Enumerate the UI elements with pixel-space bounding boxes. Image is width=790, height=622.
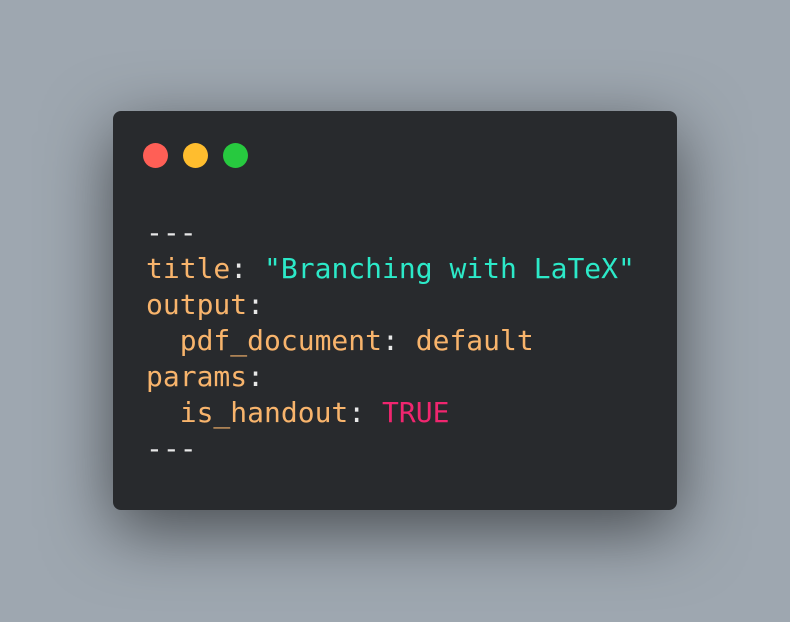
code-window: --- title: "Branching with LaTeX" output: … xyxy=(113,111,677,510)
code-block: --- title: "Branching with LaTeX" output: … xyxy=(146,215,635,467)
maximize-button[interactable] xyxy=(223,143,248,168)
code-line: title: "Branching with LaTeX" xyxy=(146,252,635,285)
code-line: --- xyxy=(146,216,197,249)
code-line: pdf_document: default xyxy=(179,324,534,357)
code-line: params: xyxy=(146,360,265,393)
minimize-button[interactable] xyxy=(183,143,208,168)
code-line: --- xyxy=(146,432,197,465)
close-button[interactable] xyxy=(143,143,168,168)
code-line: output: xyxy=(146,288,265,321)
code-line: is_handout: TRUE xyxy=(179,396,450,429)
